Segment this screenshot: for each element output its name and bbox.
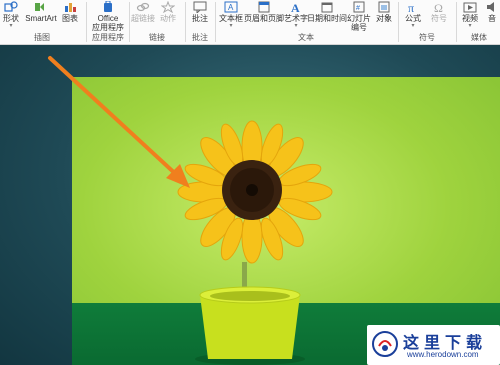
group-label-text: 文本: [298, 33, 314, 42]
equation-label: 公式: [405, 14, 421, 23]
comment-icon: [193, 1, 207, 15]
group-divider: [456, 2, 457, 42]
smartart-label: SmartArt: [25, 14, 57, 23]
symbol-button[interactable]: Ω 符号: [428, 0, 450, 32]
group-label-apps: 应用程序: [92, 33, 124, 42]
action-label: 动作: [160, 14, 176, 23]
audio-button[interactable]: 音: [484, 0, 500, 32]
wordart-button[interactable]: A 艺术字 ▾: [284, 0, 308, 32]
office-apps-label-line2: 应用程序: [92, 23, 124, 32]
shapes-icon: [4, 1, 18, 13]
action-button[interactable]: 动作: [157, 0, 179, 32]
datetime-button[interactable]: 日期和时间: [307, 0, 347, 32]
svg-text:Ω: Ω: [434, 1, 443, 13]
comment-button[interactable]: 批注: [188, 0, 212, 32]
office-apps-button[interactable]: Office 应用程序: [90, 0, 126, 32]
datetime-label: 日期和时间: [307, 14, 347, 23]
video-label: 视频: [462, 14, 478, 23]
wordart-icon: A: [289, 1, 303, 15]
chevron-down-icon: ▾: [411, 23, 415, 29]
video-icon: [463, 1, 477, 13]
action-star-icon: [160, 0, 176, 14]
group-divider: [398, 2, 399, 42]
pi-icon: π: [406, 1, 420, 15]
audio-label: 音: [488, 14, 496, 23]
wordart-label: 艺术字: [284, 14, 308, 23]
chart-icon: [63, 1, 77, 13]
object-label: 对象: [376, 14, 392, 23]
slide-picture[interactable]: [72, 77, 500, 365]
object-button[interactable]: 对象: [373, 0, 395, 32]
textbox-button[interactable]: A 文本框 ▾: [218, 0, 244, 32]
textbox-label: 文本框: [219, 14, 243, 23]
group-divider: [129, 2, 130, 42]
chevron-down-icon: ▾: [468, 23, 472, 29]
hyperlink-button[interactable]: 超链接: [131, 0, 155, 32]
smartart-icon: [34, 1, 48, 13]
smartart-button[interactable]: SmartArt: [24, 0, 58, 32]
header-footer-label: 页眉和页脚: [244, 14, 284, 23]
herodown-logo-icon: [372, 331, 398, 357]
video-button[interactable]: 视频 ▾: [459, 0, 481, 32]
shapes-label: 形状: [3, 14, 19, 23]
header-footer-button[interactable]: 页眉和页脚: [244, 0, 284, 32]
calendar-icon: [320, 1, 334, 13]
svg-text:A: A: [228, 3, 234, 12]
svg-text:#: #: [356, 5, 360, 12]
svg-text:π: π: [408, 1, 414, 13]
group-label-symbols: 符号: [419, 33, 435, 42]
header-footer-icon: [257, 1, 271, 13]
slide-number-label-line1: 幻灯片: [347, 14, 371, 23]
ribbon-insert-tab: 形状 ▾ SmartArt 图表 插图 Office 应用程序 应用程序 超链接: [0, 0, 500, 45]
watermark-url: www.herodown.com: [407, 350, 479, 359]
group-divider: [86, 2, 87, 42]
slide-number-icon: #: [352, 1, 366, 13]
group-label-media: 媒体: [471, 33, 487, 42]
comment-label: 批注: [192, 14, 208, 23]
shapes-button[interactable]: 形状 ▾: [1, 0, 21, 32]
group-label-links: 链接: [149, 33, 165, 42]
speaker-icon: [485, 1, 499, 13]
chevron-down-icon: ▾: [9, 23, 13, 29]
equation-button[interactable]: π 公式 ▾: [402, 0, 424, 32]
sunflower-illustration: [177, 120, 333, 365]
svg-text:A: A: [291, 1, 300, 13]
group-label-illustrations: 插图: [34, 33, 50, 42]
slide-number-button[interactable]: # 幻灯片 编号: [347, 0, 371, 32]
office-store-icon: [101, 0, 115, 13]
watermark: 这里下载 www.herodown.com: [367, 325, 500, 365]
hyperlink-label: 超链接: [131, 14, 155, 23]
chevron-down-icon: ▾: [229, 23, 233, 29]
chevron-down-icon: ▾: [294, 23, 298, 29]
omega-icon: Ω: [432, 1, 446, 15]
chart-label: 图表: [62, 14, 78, 23]
object-icon: [377, 1, 391, 13]
slide-number-label-line2: 编号: [351, 23, 367, 32]
office-apps-label-line1: Office: [97, 14, 119, 23]
link-icon: [136, 1, 150, 13]
textbox-icon: A: [224, 1, 238, 13]
symbol-label: 符号: [431, 14, 447, 23]
chart-button[interactable]: 图表: [60, 0, 80, 32]
group-label-comments: 批注: [192, 33, 208, 42]
